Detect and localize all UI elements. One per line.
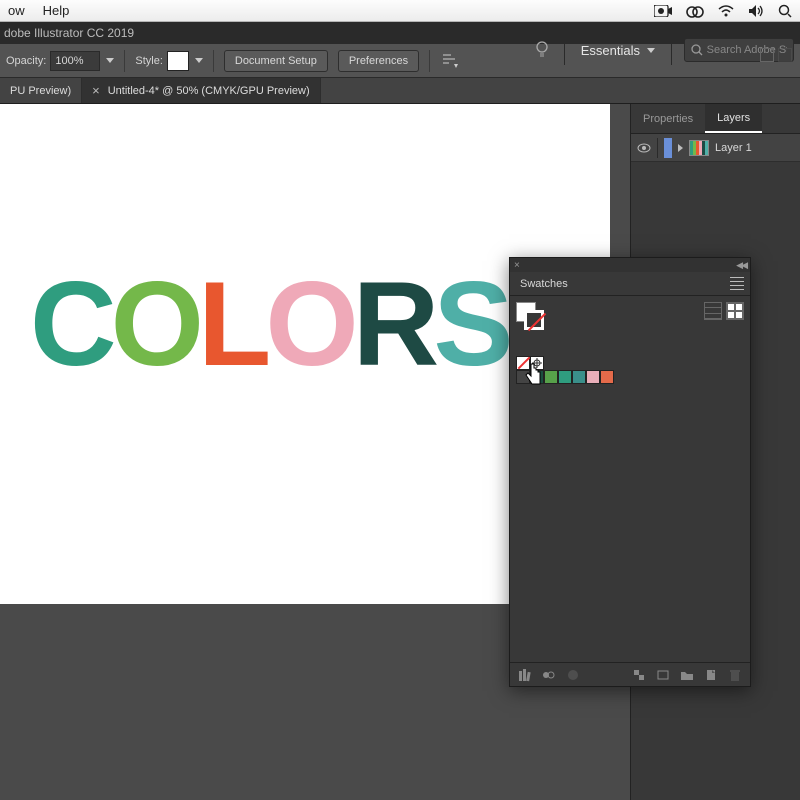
volume-icon[interactable] — [748, 4, 764, 18]
app-title: dobe Illustrator CC 2019 — [4, 26, 134, 40]
close-tab-icon[interactable]: × — [92, 83, 100, 98]
menu-item-window[interactable]: ow — [8, 3, 25, 18]
list-view-icon[interactable] — [704, 302, 722, 320]
swatch-chip[interactable] — [530, 370, 544, 384]
visibility-eye-icon[interactable] — [637, 141, 651, 155]
swatch-registration[interactable] — [530, 356, 544, 370]
thumbnail-view-icon[interactable] — [726, 302, 744, 320]
swatch-none[interactable] — [516, 356, 530, 370]
arrange-documents-icons[interactable] — [760, 48, 792, 62]
document-tabstrip: PU Preview) × Untitled-4* @ 50% (CMYK/GP… — [0, 78, 800, 104]
align-icon[interactable] — [440, 52, 458, 70]
swatch-grid — [516, 356, 744, 384]
macos-menubar: ow Help — [0, 0, 800, 22]
discover-bulb-icon[interactable] — [532, 40, 552, 60]
trash-icon[interactable] — [728, 668, 742, 682]
panel-collapse-icon[interactable]: ◀◀ — [736, 260, 746, 271]
new-color-group-icon[interactable] — [632, 668, 646, 682]
menubar-status-icons — [654, 4, 792, 18]
new-page-icon[interactable] — [704, 668, 718, 682]
stroke-color-none-icon[interactable] — [524, 310, 544, 330]
layer-row[interactable]: Layer 1 — [631, 134, 800, 162]
letter-s: S — [433, 264, 507, 384]
layer-name[interactable]: Layer 1 — [715, 142, 752, 154]
swatch-chip[interactable] — [558, 370, 572, 384]
swatch-options-icon[interactable] — [566, 668, 580, 682]
menu-item-help[interactable]: Help — [43, 3, 70, 18]
colors-text-art: C O L O R S — [30, 264, 507, 384]
panel-menu-icon[interactable] — [730, 277, 744, 290]
creative-cloud-icon[interactable] — [686, 4, 704, 18]
letter-o2: O — [265, 264, 352, 384]
panel-grip-bar[interactable]: × ◀◀ — [510, 258, 750, 272]
tab-layers[interactable]: Layers — [705, 104, 762, 133]
swatch-chip[interactable] — [516, 370, 530, 384]
tab-properties[interactable]: Properties — [631, 104, 705, 133]
spotlight-search-icon[interactable] — [778, 4, 792, 18]
fill-stroke-indicator[interactable] — [516, 302, 544, 330]
swatches-panel[interactable]: × ◀◀ Swatches — [509, 257, 751, 687]
letter-c: C — [30, 264, 111, 384]
letter-l: L — [198, 264, 265, 384]
document-tab[interactable]: PU Preview) — [0, 78, 82, 103]
panel-close-icon[interactable]: × — [514, 260, 520, 271]
document-setup-button[interactable]: Document Setup — [224, 50, 328, 72]
search-icon — [691, 44, 703, 56]
preferences-button[interactable]: Preferences — [338, 50, 419, 72]
document-tab-active[interactable]: × Untitled-4* @ 50% (CMYK/GPU Preview) — [82, 78, 320, 103]
letter-o1: O — [111, 264, 198, 384]
swatch-chip[interactable] — [544, 370, 558, 384]
show-kinds-icon[interactable] — [542, 668, 556, 682]
swatch-chip[interactable] — [600, 370, 614, 384]
style-dropdown-icon[interactable] — [195, 58, 203, 63]
swatch-libraries-icon[interactable] — [518, 668, 532, 682]
opacity-dropdown-icon[interactable] — [106, 58, 114, 63]
workspace-switcher[interactable]: Essentials — [577, 43, 659, 58]
layer-thumbnail — [689, 140, 709, 156]
wifi-icon[interactable] — [718, 5, 734, 17]
new-swatch-icon[interactable] — [656, 668, 670, 682]
screen-record-icon[interactable] — [654, 5, 672, 17]
layer-expand-icon[interactable] — [678, 144, 683, 152]
style-label: Style: — [135, 55, 163, 67]
opacity-label: Opacity: — [6, 55, 46, 67]
swatch-chip[interactable] — [572, 370, 586, 384]
swatches-body — [510, 296, 750, 662]
swatches-tab[interactable]: Swatches — [510, 272, 578, 295]
swatches-panel-footer — [510, 662, 750, 686]
style-swatch[interactable] — [167, 51, 189, 71]
folder-icon[interactable] — [680, 668, 694, 682]
letter-r: R — [353, 264, 434, 384]
work-area: C O L O R S Properties Layers Layer 1 × — [0, 104, 800, 800]
opacity-input[interactable] — [50, 51, 100, 71]
swatch-chip[interactable] — [586, 370, 600, 384]
